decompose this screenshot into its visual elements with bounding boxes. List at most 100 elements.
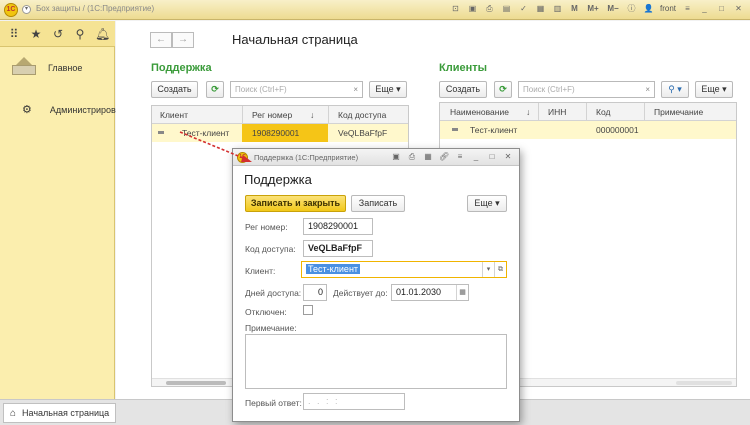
valid-until-label: Действует до: (333, 288, 388, 298)
clear-icon[interactable]: × (353, 82, 358, 97)
access-code-field[interactable]: VeQLBaFfpF (303, 240, 373, 257)
clients-create-button[interactable]: Создать (439, 81, 487, 98)
apps-grid-icon[interactable]: ⠿ (7, 27, 21, 41)
save-button[interactable]: Записать (351, 195, 405, 212)
tab-home-page[interactable]: ⌂ Начальная страница (3, 403, 116, 423)
scroll-buttons[interactable] (676, 381, 732, 385)
cell-code: VeQLBaFfpF (338, 128, 388, 138)
column-header-inn[interactable]: ИНН (548, 103, 566, 121)
table-header: Наименование ↓ ИНН Код Примечание (440, 103, 736, 121)
access-days-field[interactable]: 0 (303, 284, 327, 301)
valid-until-value: 01.01.2030 (396, 287, 442, 297)
cell-code: 000000001 (596, 125, 639, 135)
column-header-code[interactable]: Код доступа (338, 106, 386, 124)
column-header-name[interactable]: Наименование (450, 103, 509, 121)
dialog-window-title: Поддержка (1С:Предприятие) (254, 153, 359, 162)
app-titlebar: 1С ▾ Бох защиты / (1С:Предприятие) ⊡ ▣ ⎙… (0, 0, 750, 20)
menu-icon[interactable]: ≡ (455, 151, 465, 163)
scroll-thumb[interactable] (166, 381, 226, 385)
memory-mplus-icon[interactable]: M+ (586, 3, 600, 14)
save-and-close-button[interactable]: Записать и закрыть (245, 195, 346, 212)
maximize-icon[interactable]: □ (716, 3, 727, 14)
sort-down-icon: ↓ (526, 107, 531, 117)
lock-icon[interactable]: ⊡ (450, 3, 461, 14)
column-header-client[interactable]: Клиент (160, 106, 188, 124)
preview-icon[interactable]: ▤ (501, 3, 512, 14)
clear-icon[interactable]: × (645, 82, 650, 97)
support-create-button[interactable]: Создать (151, 81, 198, 98)
open-link-icon[interactable]: ⧉ (494, 262, 506, 277)
maximize-icon[interactable]: □ (487, 151, 497, 163)
column-header-reg[interactable]: Рег номер (252, 106, 292, 124)
print-icon[interactable]: ⎙ (484, 3, 495, 14)
search-icon[interactable]: ⚲ (73, 27, 87, 41)
chevron-down-icon[interactable]: ▾ (22, 5, 31, 14)
client-field[interactable]: Тест-клиент ▾ ⧉ (301, 261, 507, 278)
dialog-more-button[interactable]: Еще ▾ (467, 195, 507, 212)
support-more-button[interactable]: Еще ▾ (369, 81, 407, 98)
note-textarea[interactable] (245, 334, 507, 389)
row-marker-icon (158, 131, 164, 134)
bookmark-icon[interactable]: ✓ (518, 3, 529, 14)
clients-section-title: Клиенты (439, 62, 488, 74)
sidebar: Главное ⚙ Администрирование (0, 47, 136, 399)
search-placeholder: Поиск (Ctrl+F) (523, 85, 575, 94)
nav-buttons: ← → (150, 32, 194, 48)
forward-icon[interactable]: → (172, 32, 194, 48)
dialog-titlebar: 1С Поддержка (1С:Предприятие) ▣ ⎙ ▦ 🔗︎ ≡… (233, 149, 519, 166)
close-icon[interactable]: ✕ (503, 151, 513, 163)
table-icon[interactable]: ▥ (552, 3, 563, 14)
minimize-icon[interactable]: _ (471, 151, 481, 163)
star-icon[interactable]: ★ (29, 27, 43, 41)
access-days-label: Дней доступа: (245, 288, 302, 298)
link-icon[interactable]: 🔗︎ (439, 151, 449, 163)
close-icon[interactable]: ✕ (733, 3, 744, 14)
more-label: Еще (701, 84, 720, 94)
current-user[interactable]: front (660, 4, 676, 13)
menu-icon[interactable]: ≡ (682, 3, 693, 14)
minimize-icon[interactable]: _ (699, 3, 710, 14)
history-icon[interactable]: ↺ (51, 27, 65, 41)
cell-name: Тест-клиент (470, 125, 518, 135)
support-section-title: Поддержка (151, 62, 212, 74)
first-answer-field[interactable]: . . : : (303, 393, 405, 410)
print-icon[interactable]: ⎙ (407, 151, 417, 163)
sidebar-item-main[interactable]: Главное (8, 55, 82, 81)
client-label: Клиент: (245, 266, 276, 276)
calendar-icon[interactable]: ▦ (423, 151, 433, 163)
more-label: Еще (474, 198, 493, 208)
info-icon[interactable]: ⓘ (626, 3, 637, 14)
chevron-down-icon[interactable]: ▾ (482, 262, 494, 277)
column-header-code[interactable]: Код (596, 103, 610, 121)
back-icon[interactable]: ← (150, 32, 172, 48)
home-small-icon: ⌂ (10, 407, 17, 419)
sidebar-item-label: Главное (48, 63, 83, 73)
app-logo[interactable]: 1С (4, 3, 18, 17)
note-label: Примечание: (245, 323, 297, 333)
calendar-icon[interactable]: ▦ (456, 285, 468, 300)
reg-number-field[interactable]: 1908290001 (303, 218, 373, 235)
support-search-input[interactable]: Поиск (Ctrl+F) × (230, 81, 363, 98)
save-icon[interactable]: ▣ (391, 151, 401, 163)
clients-search-input[interactable]: Поиск (Ctrl+F) × (518, 81, 655, 98)
save-icon[interactable]: ▣ (467, 3, 478, 14)
column-header-note[interactable]: Примечание (654, 103, 703, 121)
calendar-icon[interactable]: ▦ (535, 3, 546, 14)
page-title: Начальная страница (232, 32, 358, 47)
bell-icon[interactable]: 🔔︎ (95, 27, 110, 41)
disabled-checkbox[interactable] (303, 305, 313, 315)
refresh-icon[interactable]: ⟳ (206, 81, 224, 98)
refresh-icon[interactable]: ⟳ (494, 81, 512, 98)
first-answer-label: Первый ответ: (245, 398, 302, 408)
table-row[interactable]: Тест-клиент 1908290001 VeQLBaFfpF (152, 124, 408, 142)
tab-label: Начальная страница (22, 408, 110, 418)
valid-until-field[interactable]: 01.01.2030 ▦ (391, 284, 469, 301)
clients-more-button[interactable]: Еще ▾ (695, 81, 733, 98)
memory-mminus-icon[interactable]: M− (606, 3, 620, 14)
memory-m-icon[interactable]: M (569, 3, 580, 14)
table-row[interactable]: Тест-клиент 000000001 (440, 121, 736, 139)
row-marker-icon (452, 128, 458, 131)
window-title: Бох защиты / (1С:Предприятие) (36, 4, 155, 13)
search-button[interactable]: ⚲ ▾ (661, 81, 689, 98)
more-label: Еще (375, 84, 394, 94)
